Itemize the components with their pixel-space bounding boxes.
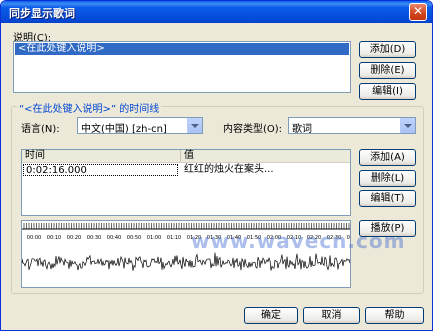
timeline-add-button[interactable]: 添加(A): [359, 149, 416, 166]
ok-button[interactable]: 确定: [244, 307, 298, 324]
timeline-delete-button[interactable]: 删除(L): [359, 170, 416, 187]
close-button[interactable]: ✕: [409, 3, 427, 21]
watermark-text: www.wavecn.com: [191, 229, 406, 253]
row-value: 红红的烛火在案头...: [184, 164, 274, 175]
ruler-label: 00:50: [127, 235, 141, 241]
window-title: 同步显示歌词: [9, 7, 75, 20]
timeline-caption: “<在此处键入说明>” 的时间线: [17, 100, 162, 115]
table-row[interactable]: 0:02:16.000 红红的烛火在案头...: [23, 164, 349, 177]
column-divider[interactable]: [180, 150, 181, 162]
language-value: 中文(中国) [zh-cn]: [81, 124, 167, 135]
ruler-label: 00:40: [107, 235, 121, 241]
description-delete-button[interactable]: 删除(E): [359, 62, 416, 79]
content-type-label: 内容类型(O):: [223, 124, 283, 135]
description-list[interactable]: <在此处键入说明>: [13, 41, 351, 93]
cancel-button[interactable]: 取消: [303, 307, 360, 324]
timeline-list[interactable]: 时间 值 0:02:16.000 红红的烛火在案头...: [21, 149, 351, 216]
chevron-down-icon[interactable]: [400, 118, 415, 133]
description-add-button[interactable]: 添加(D): [359, 41, 416, 58]
chevron-down-icon[interactable]: [187, 118, 202, 133]
content-type-value: 歌词: [292, 124, 312, 135]
waveform-path: [22, 252, 350, 271]
ruler-label: 00:10: [47, 235, 61, 241]
ruler-label: 01:00: [147, 235, 161, 241]
ruler-label: 00:00: [27, 235, 41, 241]
ruler-label: 00:20: [67, 235, 81, 241]
title-bar[interactable]: 同步显示歌词 ✕: [1, 1, 432, 23]
close-icon: ✕: [412, 4, 424, 18]
column-time[interactable]: 时间: [25, 150, 45, 162]
description-selected-item[interactable]: <在此处键入说明>: [15, 43, 349, 55]
language-label: 语言(N):: [21, 124, 60, 135]
ruler-label: 00:30: [87, 235, 101, 241]
help-button[interactable]: 帮助: [365, 307, 424, 324]
ruler-label: 01:10: [167, 235, 181, 241]
language-select[interactable]: 中文(中国) [zh-cn]: [77, 117, 203, 135]
timeline-edit-button[interactable]: 编辑(T): [359, 190, 416, 207]
dialog-window: 同步显示歌词 ✕ 说明(C): <在此处键入说明> 添加(D) 删除(E) 编辑…: [0, 0, 433, 331]
row-time: 0:02:16.000: [23, 164, 178, 176]
description-edit-button[interactable]: 编辑(I): [359, 83, 416, 100]
list-header: 时间 值: [22, 150, 350, 163]
column-value[interactable]: 值: [184, 150, 194, 162]
content-type-select[interactable]: 歌词: [288, 117, 416, 135]
